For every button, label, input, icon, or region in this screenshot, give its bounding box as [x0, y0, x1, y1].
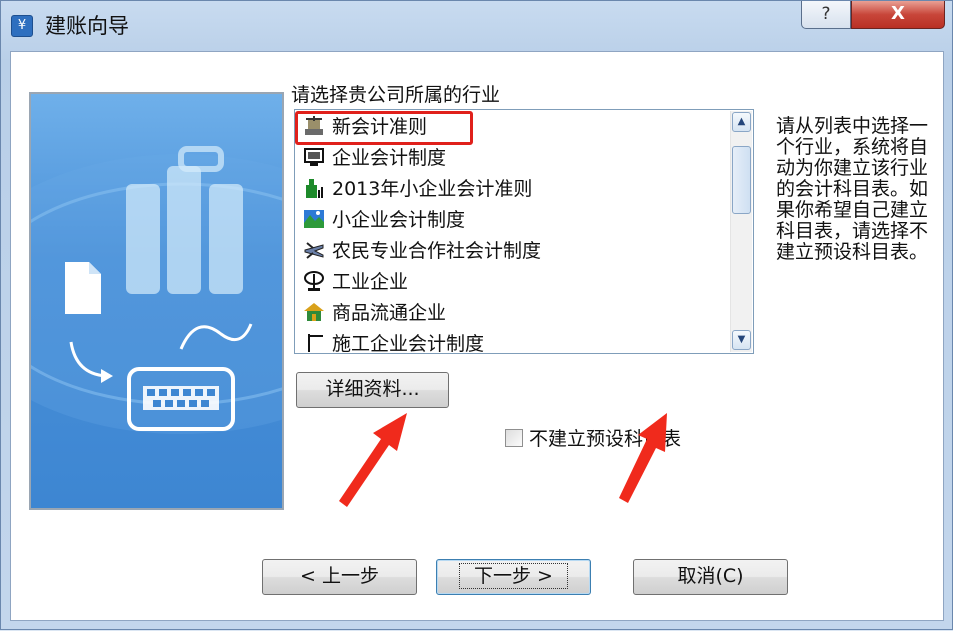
annotation-arrow: [339, 413, 407, 507]
wizard-window: ¥ 建账向导 ? X 请选择贵公司所属的行业 新会计准则 企业会计制度 2013…: [0, 0, 953, 630]
annotation-arrow: [619, 413, 667, 503]
annotation-arrows: [339, 413, 667, 507]
